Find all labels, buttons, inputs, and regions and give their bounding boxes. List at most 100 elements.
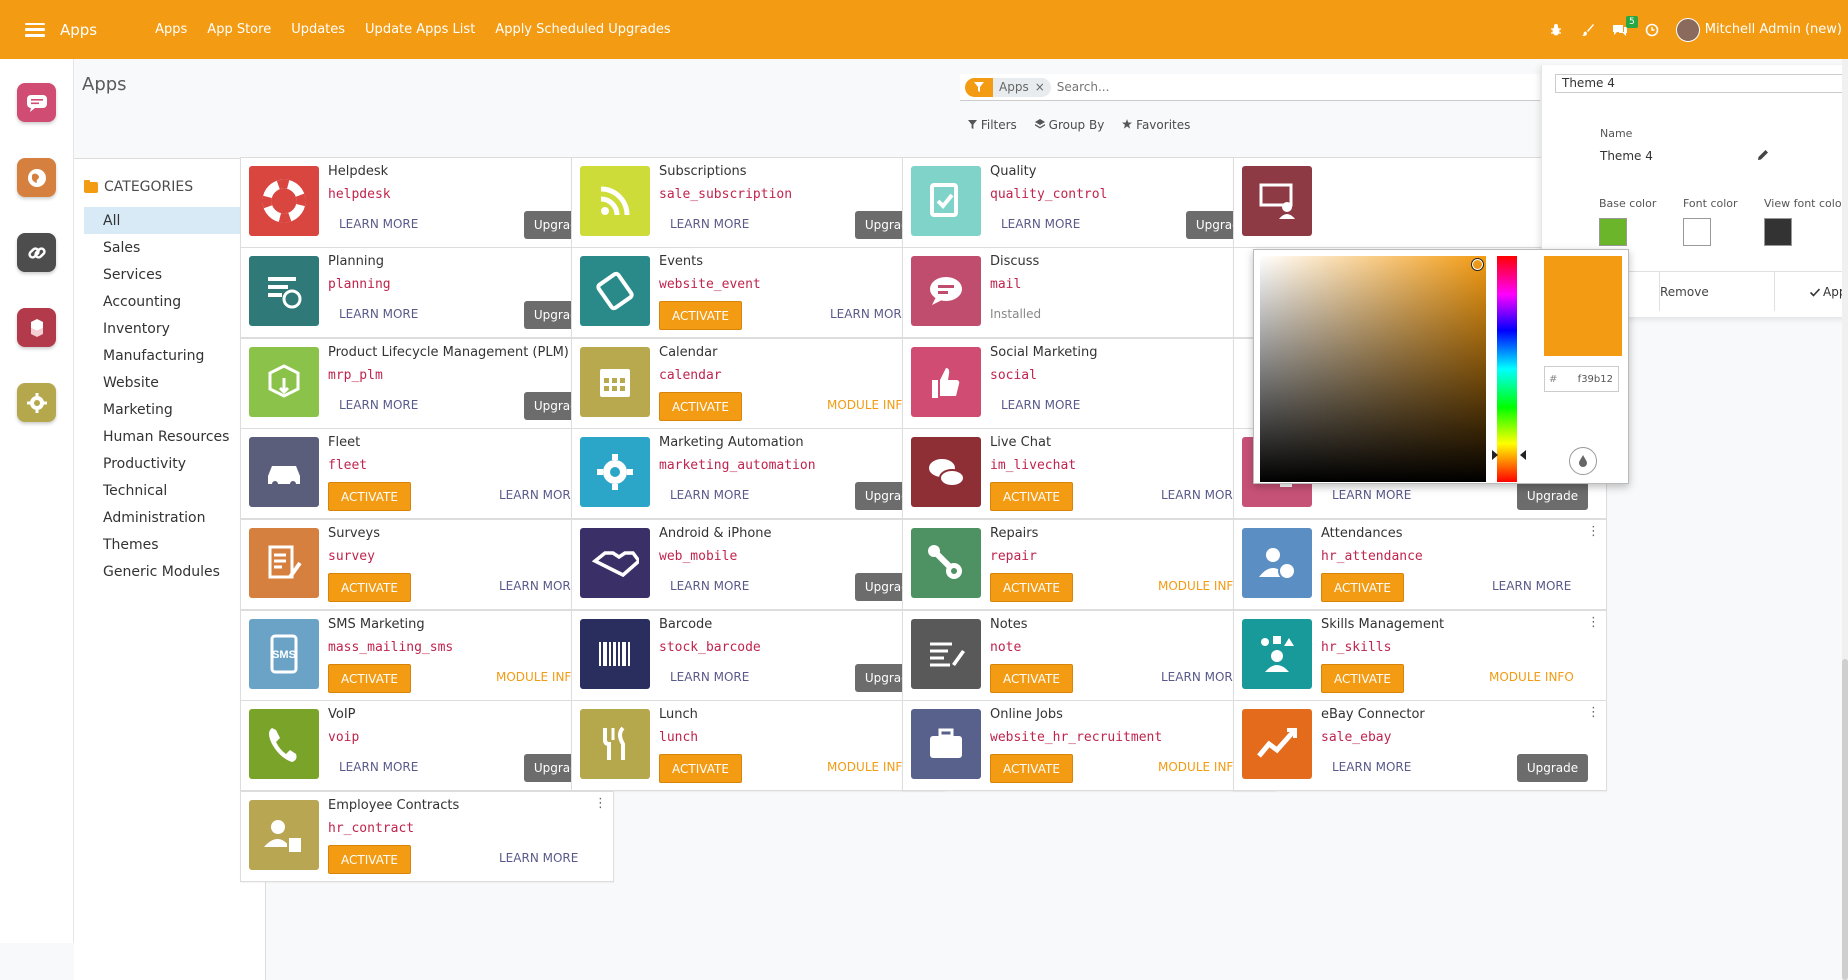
category-item[interactable]: Services4 xyxy=(84,261,253,288)
activate-button[interactable]: ACTIVATE xyxy=(659,392,742,421)
upgrade-button[interactable]: Upgrade xyxy=(1517,482,1588,510)
activate-button[interactable]: ACTIVATE xyxy=(659,301,742,330)
link-rail-icon[interactable] xyxy=(17,233,56,272)
category-item[interactable]: All xyxy=(84,207,253,234)
theme-select-field[interactable]: Theme 4 xyxy=(1555,74,1848,93)
category-item[interactable]: Inventory4 xyxy=(84,315,253,342)
app-title: Employee Contracts xyxy=(328,798,460,813)
page-title[interactable]: Apps xyxy=(82,74,127,95)
discuss-rail-icon[interactable] xyxy=(17,83,56,122)
search-bar[interactable]: Apps × xyxy=(960,74,1540,101)
nav-updates[interactable]: Updates xyxy=(291,22,345,37)
module-info-link[interactable]: MODULE INFO xyxy=(1158,760,1243,774)
bug-icon[interactable] xyxy=(1540,14,1572,46)
module-info-link[interactable]: MODULE INFO xyxy=(1489,670,1574,684)
learn-more-link[interactable]: LEARN MORE xyxy=(1001,217,1080,231)
module-info-link[interactable]: MODULE INFO xyxy=(827,398,912,412)
category-item[interactable]: Generic Modules3 xyxy=(84,558,253,585)
learn-more-link[interactable]: LEARN MORE xyxy=(670,488,749,502)
nav-update-apps-list[interactable]: Update Apps List xyxy=(365,22,475,37)
settings-rail-icon[interactable] xyxy=(17,383,56,422)
kebab-menu-icon[interactable]: ⋮ xyxy=(1587,705,1600,720)
learn-more-link[interactable]: LEARN MORE xyxy=(1492,579,1571,593)
nav-app-store[interactable]: App Store xyxy=(207,22,271,37)
learn-more-link[interactable]: LEARN MORE xyxy=(670,670,749,684)
page-scrollbar[interactable] xyxy=(1842,59,1848,980)
learn-more-link[interactable]: LEARN MORE xyxy=(499,488,578,502)
app-brand[interactable]: Apps xyxy=(60,21,97,39)
app-technical-name: mass_mailing_sms xyxy=(328,640,454,655)
app-title: Calendar xyxy=(659,345,718,360)
edit-pencil-icon[interactable] xyxy=(1757,149,1769,165)
learn-more-link[interactable]: LEARN MORE xyxy=(1001,398,1080,412)
module-info-link[interactable]: MODULE INFO xyxy=(1158,579,1243,593)
learn-more-link[interactable]: LEARN MORE xyxy=(1332,760,1411,774)
category-item[interactable]: Marketing7 xyxy=(84,396,253,423)
category-item[interactable]: Human Resources9 xyxy=(84,423,253,450)
user-menu[interactable]: Mitchell Admin (new) xyxy=(1675,17,1842,42)
learn-more-link[interactable]: LEARN MORE xyxy=(1332,488,1411,502)
activate-button[interactable]: ACTIVATE xyxy=(328,573,411,602)
activate-button[interactable]: ACTIVATE xyxy=(328,845,411,874)
category-item[interactable]: Accounting2 xyxy=(84,288,253,315)
remove-button[interactable]: Remove xyxy=(1660,285,1709,299)
favorites-button[interactable]: Favorites xyxy=(1122,118,1190,132)
color-handle[interactable] xyxy=(1471,258,1484,271)
learn-more-link[interactable]: LEARN MORE xyxy=(670,217,749,231)
base-color-swatch[interactable] xyxy=(1599,218,1627,246)
scrollbar-thumb[interactable] xyxy=(1842,659,1848,980)
activate-button[interactable]: ACTIVATE xyxy=(659,754,742,783)
category-item[interactable]: Productivity5 xyxy=(84,450,253,477)
chat-icon[interactable]: 5 xyxy=(1604,14,1638,46)
saturation-value-area[interactable] xyxy=(1260,256,1486,482)
kebab-menu-icon[interactable]: ⋮ xyxy=(1587,524,1600,539)
view-font-color-swatch[interactable] xyxy=(1764,218,1792,246)
module-info-link[interactable]: MODULE INFO xyxy=(827,760,912,774)
category-item[interactable]: Technical xyxy=(84,477,253,504)
learn-more-link[interactable]: LEARN MORE xyxy=(670,579,749,593)
learn-more-link[interactable]: LEARN MORE xyxy=(830,307,909,321)
category-item[interactable]: Website6 xyxy=(84,369,253,396)
category-item[interactable]: Administration2 xyxy=(84,504,253,531)
activate-button[interactable]: ACTIVATE xyxy=(990,664,1073,693)
paintbrush-icon[interactable] xyxy=(1572,14,1604,46)
activate-button[interactable]: ACTIVATE xyxy=(990,482,1073,511)
activate-button[interactable]: ACTIVATE xyxy=(328,664,411,693)
inventory-rail-icon[interactable] xyxy=(17,308,56,347)
kebab-menu-icon[interactable]: ⋮ xyxy=(594,796,607,811)
clock-icon[interactable] xyxy=(1636,14,1668,46)
facet-remove-icon[interactable]: × xyxy=(1034,77,1051,97)
app-card: Android & iPhoneweb_mobile⋮LEARN MOREUpg… xyxy=(571,519,945,610)
learn-more-link[interactable]: LEARN MORE xyxy=(339,398,418,412)
nav-apps[interactable]: Apps xyxy=(155,22,187,37)
activate-button[interactable]: ACTIVATE xyxy=(990,573,1073,602)
group-by-button[interactable]: Group By xyxy=(1034,118,1104,132)
module-info-link[interactable]: MODULE INFO xyxy=(496,670,581,684)
learn-more-link[interactable]: LEARN MORE xyxy=(1161,670,1240,684)
filters-button[interactable]: Filters xyxy=(968,118,1017,132)
learn-more-link[interactable]: LEARN MORE xyxy=(1161,488,1240,502)
category-item[interactable]: Sales8 xyxy=(84,234,253,261)
kebab-menu-icon[interactable]: ⋮ xyxy=(1587,615,1600,630)
learn-more-link[interactable]: LEARN MORE xyxy=(339,307,418,321)
hex-input[interactable] xyxy=(1561,373,1613,385)
activate-button[interactable]: ACTIVATE xyxy=(328,482,411,511)
learn-more-link[interactable]: LEARN MORE xyxy=(499,579,578,593)
activate-button[interactable]: ACTIVATE xyxy=(1321,664,1404,693)
learn-more-link[interactable]: LEARN MORE xyxy=(339,217,418,231)
menu-toggle-icon[interactable] xyxy=(25,22,45,37)
activate-button[interactable]: ACTIVATE xyxy=(1321,573,1404,602)
category-label: Administration xyxy=(103,509,206,526)
website-rail-icon[interactable] xyxy=(17,158,56,197)
eyedropper-icon[interactable] xyxy=(1569,447,1597,475)
activate-button[interactable]: ACTIVATE xyxy=(990,754,1073,783)
upgrade-button[interactable]: Upgrade xyxy=(1517,754,1588,782)
learn-more-link[interactable]: LEARN MORE xyxy=(499,851,578,865)
font-color-swatch[interactable] xyxy=(1683,218,1711,246)
hue-slider[interactable] xyxy=(1497,256,1517,482)
category-item[interactable]: Themes xyxy=(84,531,253,558)
search-input[interactable] xyxy=(1056,80,1357,94)
category-item[interactable]: Manufacturing5 xyxy=(84,342,253,369)
nav-apply-scheduled-upgrades[interactable]: Apply Scheduled Upgrades xyxy=(495,22,670,37)
learn-more-link[interactable]: LEARN MORE xyxy=(339,760,418,774)
